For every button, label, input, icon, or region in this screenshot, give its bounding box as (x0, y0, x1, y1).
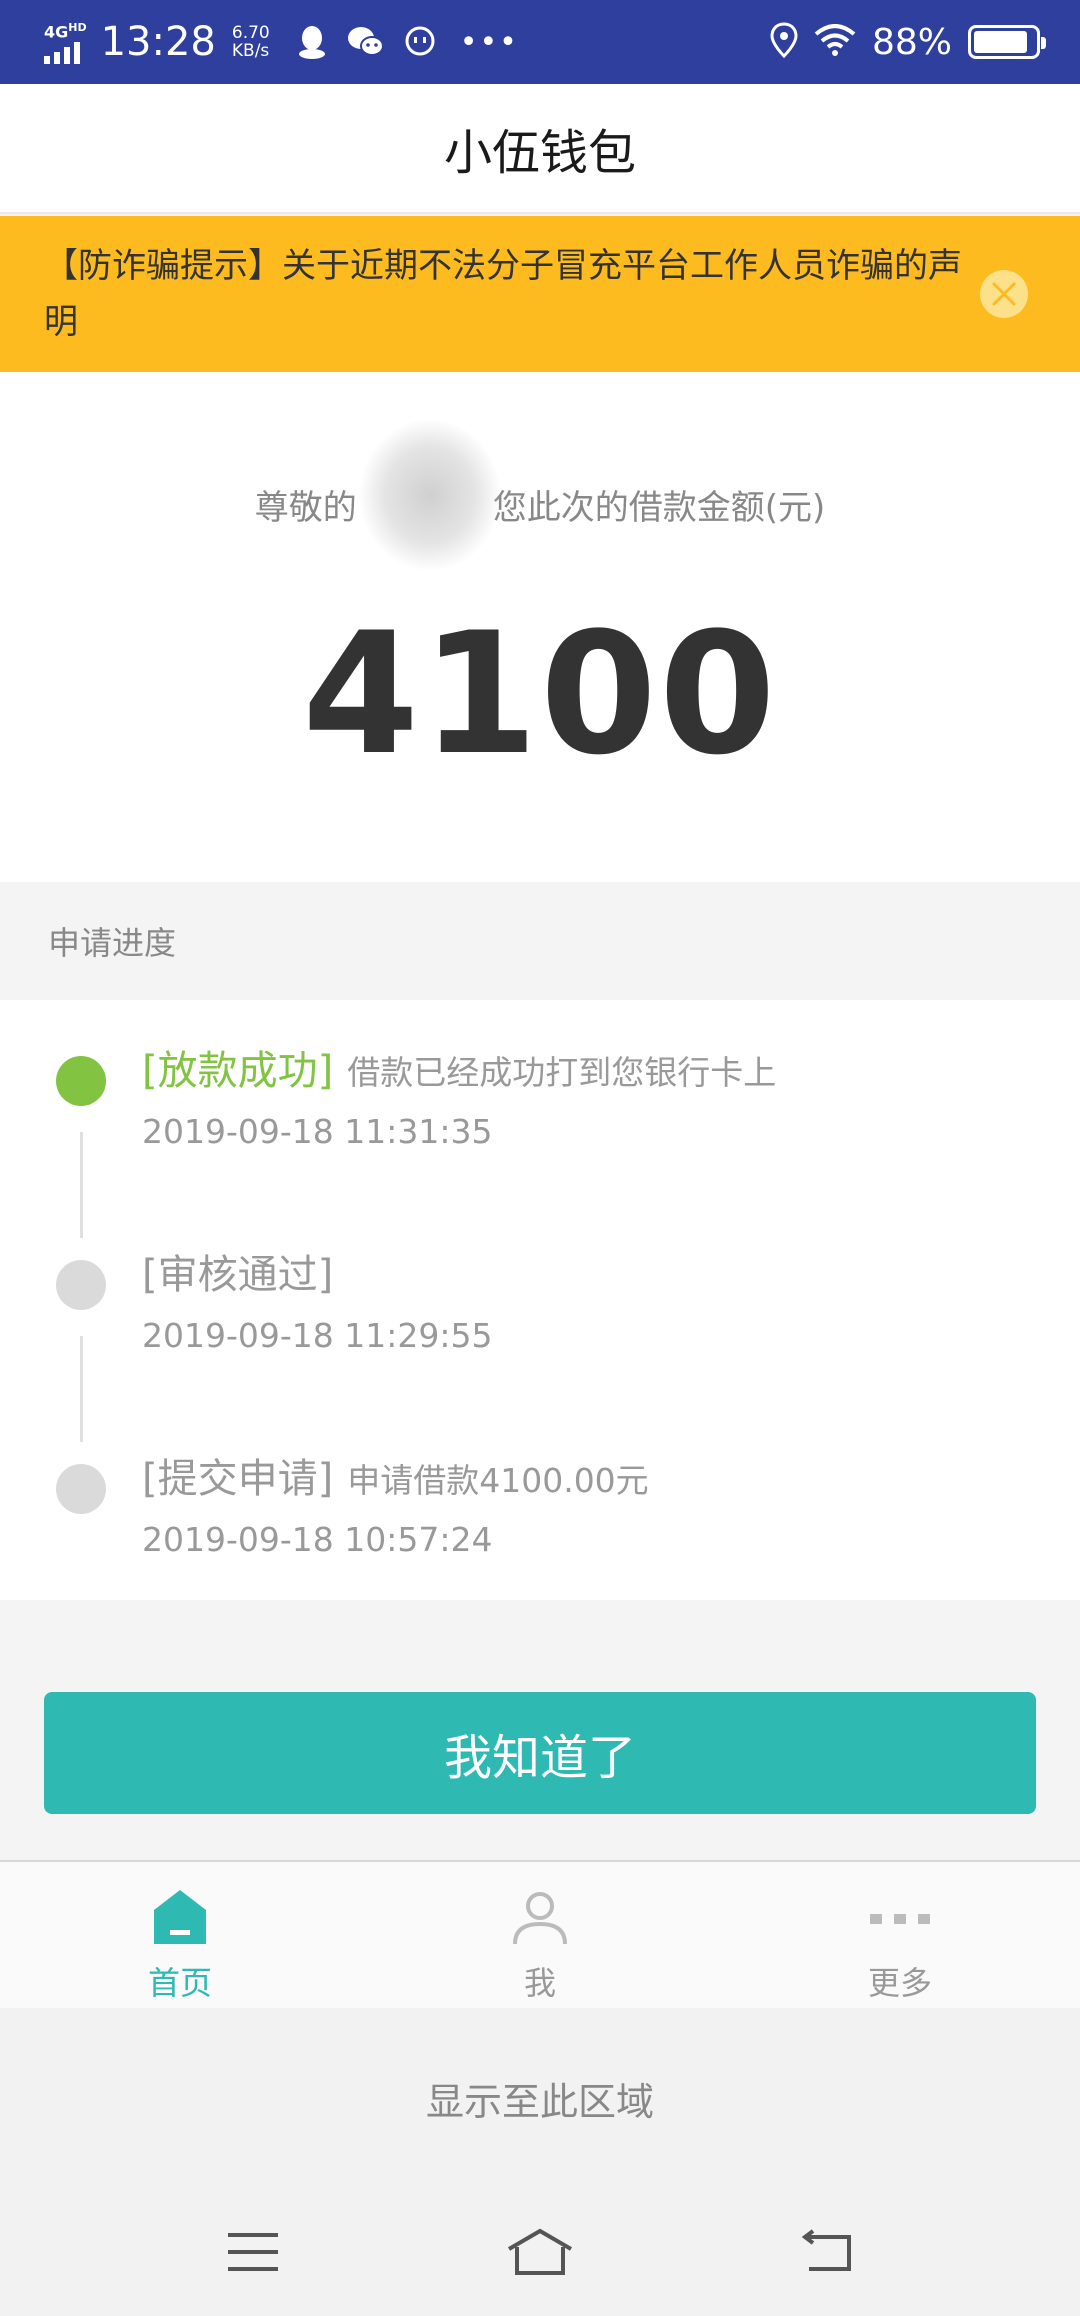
progress-section-header: 申请进度 (0, 882, 1080, 1000)
tab-home[interactable]: 首页 (0, 1862, 360, 2008)
timeline-item: [审核通过] 2019-09-18 11:29:55 (142, 1242, 1040, 1355)
step-time: 2019-09-18 10:57:24 (142, 1520, 493, 1559)
timeline-item: [提交申请] 申请借款4100.00元 2019-09-18 10:57:24 (142, 1446, 1040, 1559)
display-area-text: 显示至此区域 (425, 2079, 654, 2124)
step-time: 2019-09-18 11:29:55 (142, 1316, 493, 1355)
timeline-connector (80, 1132, 83, 1238)
step-status: [放款成功] (142, 1048, 334, 1094)
progress-timeline: [放款成功] 借款已经成功打到您银行卡上 2019-09-18 11:31:35… (0, 1000, 1080, 1600)
step-status: [审核通过] (142, 1252, 334, 1298)
user-icon (511, 1888, 569, 1950)
step-status: [提交申请] (142, 1456, 334, 1502)
location-icon (770, 22, 798, 62)
chat-bubble-icon (400, 22, 440, 62)
tab-bar: 首页 我 更多 (0, 1860, 1080, 2008)
step-time: 2019-09-18 11:31:35 (142, 1112, 493, 1151)
tab-more[interactable]: 更多 (720, 1862, 1080, 2008)
timeline-dot-active (56, 1056, 106, 1106)
fraud-notice-banner[interactable]: 【防诈骗提示】关于近期不法分子冒充平台工作人员诈骗的声明 (0, 216, 1080, 372)
network-indicator: 4GHD (44, 20, 87, 65)
speed-value: 6.70 (231, 23, 270, 43)
timeline-connector (80, 1336, 83, 1442)
close-icon[interactable] (980, 270, 1028, 318)
network-speed: 6.70 KB/s (232, 24, 270, 60)
signal-icon (44, 42, 80, 65)
more-icon (868, 1888, 932, 1950)
tab-label: 我 (523, 1964, 556, 2002)
home-nav-icon[interactable] (500, 2212, 580, 2292)
redaction-smudge (360, 420, 500, 570)
loan-amount-card: 尊敬的 您此次的借款金额(元) 4100 (0, 372, 1080, 882)
app-header: 小伍钱包 (0, 84, 1080, 214)
battery-percent: 88% (871, 21, 952, 63)
network-hd: HD (68, 20, 87, 34)
back-icon[interactable] (787, 2212, 867, 2292)
network-type: 4G (44, 22, 69, 42)
display-area-hint: 显示至此区域 (0, 2008, 1080, 2188)
greeting-text: 尊敬的 您此次的借款金额(元) (254, 488, 826, 528)
section-title: 申请进度 (48, 924, 177, 962)
timeline-dot (56, 1464, 106, 1514)
page-title: 小伍钱包 (443, 125, 636, 181)
step-description: 借款已经成功打到您银行卡上 (347, 1053, 777, 1092)
got-it-button[interactable]: 我知道了 (44, 1692, 1036, 1814)
loan-amount: 4100 (302, 596, 778, 792)
wifi-icon (814, 24, 856, 60)
timeline-item: [放款成功] 借款已经成功打到您银行卡上 2019-09-18 11:31:35 (142, 1038, 1040, 1151)
clock: 13:28 (100, 19, 216, 65)
timeline-dot (56, 1260, 106, 1310)
qq-icon (292, 22, 332, 62)
tab-me[interactable]: 我 (360, 1862, 720, 2008)
step-description: 申请借款4100.00元 (347, 1461, 649, 1500)
notice-text[interactable]: 【防诈骗提示】关于近期不法分子冒充平台工作人员诈骗的声明 (44, 238, 970, 350)
tab-label: 更多 (867, 1964, 932, 2002)
system-nav-bar (0, 2188, 1080, 2316)
more-dots-icon: ••• (459, 24, 519, 60)
battery-icon (968, 25, 1046, 59)
wechat-icon (346, 22, 386, 62)
speed-unit: KB/s (231, 41, 270, 61)
status-bar: 4GHD 13:28 6.70 KB/s ••• 88% (0, 0, 1080, 84)
tab-label: 首页 (147, 1964, 212, 2002)
home-icon (152, 1888, 208, 1950)
menu-icon[interactable] (213, 2212, 293, 2292)
